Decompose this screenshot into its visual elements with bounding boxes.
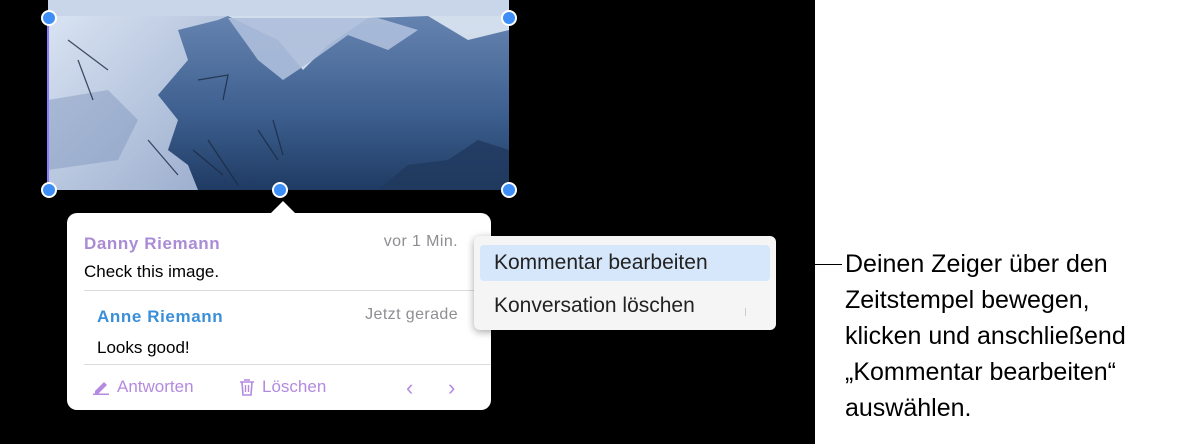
lake-image[interactable] [48,0,509,190]
resize-handle-bottom-middle[interactable] [272,182,288,198]
previous-comment-button[interactable]: ‹ [406,375,413,401]
reply-label: Antworten [117,377,194,396]
context-menu: Kommentar bearbeiten Konversation lösche… [474,236,776,330]
callout-line [777,264,842,265]
menu-item-delete-conversation[interactable]: Konversation löschen [480,288,770,324]
resize-handle-top-left[interactable] [41,10,57,26]
pencil-icon [92,379,110,395]
callout-line-5: auswählen. [845,394,972,422]
callout-line-4: „Kommentar bearbeiten“ [845,358,1116,386]
menu-item-edit-comment[interactable]: Kommentar bearbeiten [480,245,770,281]
comment-author: Danny Riemann [84,234,221,253]
next-comment-button[interactable]: › [448,375,455,401]
callout-text: Deinen Zeiger über den Zeitstempel beweg… [845,246,1180,426]
comment-actions: Antworten Löschen ‹ › [67,365,491,410]
menu-edge-mark [745,308,746,316]
comment-author: Anne Riemann [97,307,224,326]
comment-timestamp[interactable]: Jetzt gerade [365,306,458,324]
resize-handle-bottom-right[interactable] [501,182,517,198]
comment-text: Looks good! [97,338,190,357]
callout-line-1: Deinen Zeiger über den [845,250,1108,278]
comment-text: Check this image. [84,262,220,281]
mountain-lake-photo [48,0,509,190]
comment-item: Anne Riemann Jetzt gerade Looks good! [67,291,491,365]
trash-icon [239,378,255,396]
callout-line-2: Zeitstempel bewegen, [845,286,1090,314]
resize-handle-bottom-left[interactable] [41,182,57,198]
comment-popover: Danny Riemann vor 1 Min. Check this imag… [67,201,491,410]
comment-timestamp[interactable]: vor 1 Min. [384,233,458,251]
resize-handle-top-right[interactable] [501,10,517,26]
callout-line-3: klicken und anschließend [845,322,1126,350]
reply-button[interactable]: Antworten [92,377,194,397]
document-canvas: Danny Riemann vor 1 Min. Check this imag… [0,0,815,444]
delete-label: Löschen [262,377,327,396]
delete-button[interactable]: Löschen [239,377,326,397]
selection-border-left [47,18,49,190]
comment-item: Danny Riemann vor 1 Min. Check this imag… [67,213,491,290]
